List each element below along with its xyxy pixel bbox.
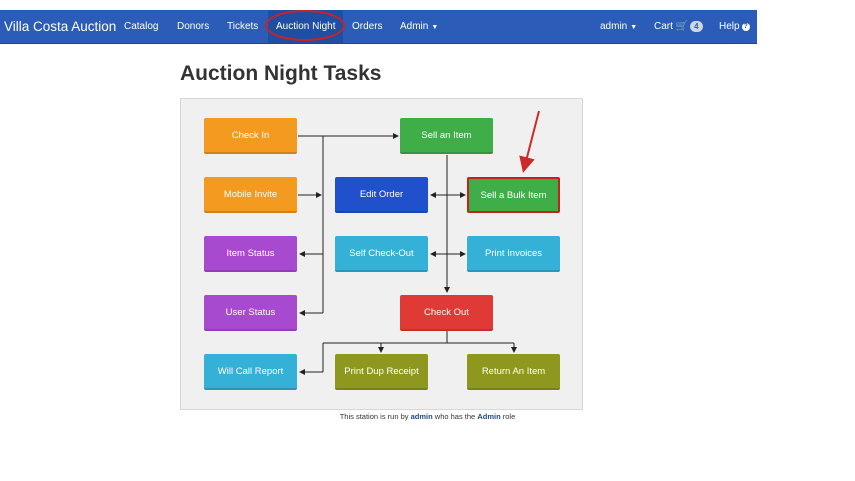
- footer-prefix: This station is run by: [339, 412, 409, 421]
- sell-an-item-button[interactable]: Sell an Item: [400, 118, 493, 154]
- footer-user: admin: [410, 412, 433, 421]
- mobile-invite-button[interactable]: Mobile Invite: [204, 177, 297, 213]
- top-navbar: Villa Costa Auction Catalog Donors Ticke…: [0, 10, 757, 44]
- caret-down-icon: ▼: [431, 24, 439, 31]
- return-an-item-button[interactable]: Return An Item: [467, 354, 560, 390]
- nav-auction-night[interactable]: Auction Night: [268, 10, 344, 43]
- user-status-button[interactable]: User Status: [204, 295, 297, 331]
- station-info: This station is run by admin who has the…: [0, 412, 855, 421]
- footer-suffix: role: [502, 412, 516, 421]
- edit-order-button[interactable]: Edit Order: [335, 177, 428, 213]
- help-label: Help: [719, 21, 740, 32]
- print-dup-receipt-button[interactable]: Print Dup Receipt: [335, 354, 428, 390]
- brand-link[interactable]: Villa Costa Auction: [4, 10, 116, 43]
- sell-a-bulk-item-button[interactable]: Sell a Bulk Item: [467, 177, 560, 213]
- user-menu-dropdown[interactable]: admin ▼: [600, 10, 637, 43]
- footer-middle: who has the: [434, 412, 476, 421]
- check-in-button[interactable]: Check In: [204, 118, 297, 154]
- cart-icon: 🛒: [675, 21, 689, 32]
- print-invoices-button[interactable]: Print Invoices: [467, 236, 560, 272]
- cart-count-badge: 4: [690, 21, 703, 32]
- self-check-out-button[interactable]: Self Check-Out: [335, 236, 428, 272]
- will-call-report-button[interactable]: Will Call Report: [204, 354, 297, 390]
- cart-link[interactable]: Cart 🛒 4: [654, 10, 703, 43]
- nav-tickets[interactable]: Tickets: [227, 10, 258, 43]
- nav-admin-label: Admin: [400, 21, 429, 32]
- item-status-button[interactable]: Item Status: [204, 236, 297, 272]
- help-link[interactable]: Help?: [719, 10, 750, 43]
- nav-admin-dropdown[interactable]: Admin ▼: [400, 10, 438, 43]
- user-menu-label: admin: [600, 21, 628, 32]
- cart-label: Cart: [654, 21, 673, 32]
- nav-donors[interactable]: Donors: [177, 10, 209, 43]
- page-title: Auction Night Tasks: [180, 62, 382, 85]
- footer-role: Admin: [477, 412, 501, 421]
- check-out-button[interactable]: Check Out: [400, 295, 493, 331]
- nav-orders[interactable]: Orders: [352, 10, 383, 43]
- nav-catalog[interactable]: Catalog: [124, 10, 158, 43]
- caret-down-icon: ▼: [630, 24, 638, 31]
- question-circle-icon: ?: [741, 23, 750, 31]
